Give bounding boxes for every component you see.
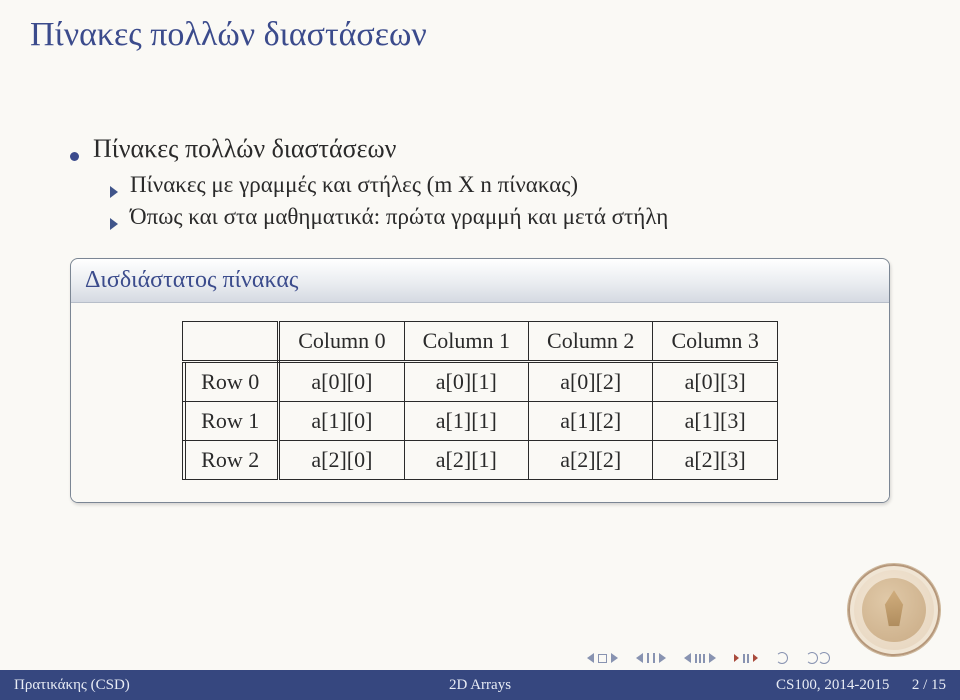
slide-icon — [598, 654, 607, 663]
frame-icon — [743, 654, 749, 663]
nav-prev-section[interactable] — [636, 653, 666, 663]
footer-meta: CS100, 2014-2015 2 / 15 — [776, 677, 946, 694]
nav-frame[interactable] — [734, 654, 758, 663]
table-cell: a[1][1] — [404, 402, 528, 441]
next-icon — [611, 653, 618, 663]
nav-controls — [587, 652, 830, 664]
redo-icon — [818, 652, 830, 664]
subsection-icon — [695, 654, 705, 663]
footer-author: Πρατικάκης (CSD) — [14, 677, 130, 694]
table-row: Row 0 a[0][0] a[0][1] a[0][2] a[0][3] — [183, 362, 778, 402]
table-row: Row 2 a[2][0] a[2][1] a[2][2] a[2][3] — [183, 441, 778, 480]
table-cell: a[2][2] — [529, 441, 653, 480]
table-cell: a[0][1] — [404, 362, 528, 402]
row-header: Row 0 — [183, 362, 279, 402]
prev-icon — [587, 653, 594, 663]
undo-icon — [776, 652, 788, 664]
prev-frame-icon — [734, 654, 739, 662]
table-cell: a[1][2] — [529, 402, 653, 441]
footer-course: CS100, 2014-2015 — [776, 677, 889, 693]
next-icon — [659, 653, 666, 663]
row-header: Row 2 — [183, 441, 279, 480]
nav-subsection[interactable] — [684, 653, 716, 663]
bullet-triangle-icon — [110, 218, 118, 230]
nav-prev-slide[interactable] — [587, 653, 618, 663]
footer-title: 2D Arrays — [449, 677, 511, 694]
subbullet-text: Πίνακες με γραμμές και στήλες (m X n πίν… — [130, 172, 578, 198]
next-frame-icon — [753, 654, 758, 662]
bullet-dot-icon — [70, 152, 79, 161]
section-icon — [647, 653, 655, 663]
box-body: Column 0 Column 1 Column 2 Column 3 Row … — [71, 303, 889, 502]
col-header: Column 2 — [529, 322, 653, 362]
table-cell: a[1][0] — [279, 402, 404, 441]
next-icon — [709, 653, 716, 663]
subbullet-item: Όπως και στα μαθηματικά: πρώτα γραμμή κα… — [110, 204, 890, 230]
bullet-text: Πίνακες πολλών διαστάσεων — [93, 134, 396, 164]
table-cell: a[1][3] — [653, 402, 777, 441]
table-cell: a[0][2] — [529, 362, 653, 402]
subbullet-item: Πίνακες με γραμμές και στήλες (m X n πίν… — [110, 172, 890, 198]
footer-bar: Πρατικάκης (CSD) 2D Arrays CS100, 2014-2… — [0, 670, 960, 700]
table-cell: a[2][1] — [404, 441, 528, 480]
box-title: Δισδιάστατος πίνακας — [71, 259, 889, 303]
table-row: Row 1 a[1][0] a[1][1] a[1][2] a[1][3] — [183, 402, 778, 441]
table-corner — [183, 322, 279, 362]
bullet-item: Πίνακες πολλών διαστάσεων — [70, 134, 890, 164]
footer-page: 2 / 15 — [912, 677, 946, 693]
slide-content: Πίνακες πολλών διαστάσεων Πίνακες με γρα… — [0, 64, 960, 700]
nav-repeat[interactable] — [806, 652, 830, 664]
table-cell: a[2][0] — [279, 441, 404, 480]
slide-title: Πίνακες πολλών διαστάσεων — [0, 0, 960, 64]
example-box: Δισδιάστατος πίνακας Column 0 Column 1 C… — [70, 258, 890, 503]
nav-back[interactable] — [776, 652, 788, 664]
subbullet-text: Όπως και στα μαθηματικά: πρώτα γραμμή κα… — [130, 204, 668, 230]
table-cell: a[0][3] — [653, 362, 777, 402]
row-header: Row 1 — [183, 402, 279, 441]
col-header: Column 3 — [653, 322, 777, 362]
redo-icon — [806, 652, 818, 664]
table-cell: a[0][0] — [279, 362, 404, 402]
university-seal-icon — [848, 564, 940, 656]
prev-icon — [636, 653, 643, 663]
bullet-triangle-icon — [110, 186, 118, 198]
col-header: Column 1 — [404, 322, 528, 362]
two-d-array-table: Column 0 Column 1 Column 2 Column 3 Row … — [182, 321, 778, 480]
col-header: Column 0 — [279, 322, 404, 362]
prev-icon — [684, 653, 691, 663]
table-cell: a[2][3] — [653, 441, 777, 480]
